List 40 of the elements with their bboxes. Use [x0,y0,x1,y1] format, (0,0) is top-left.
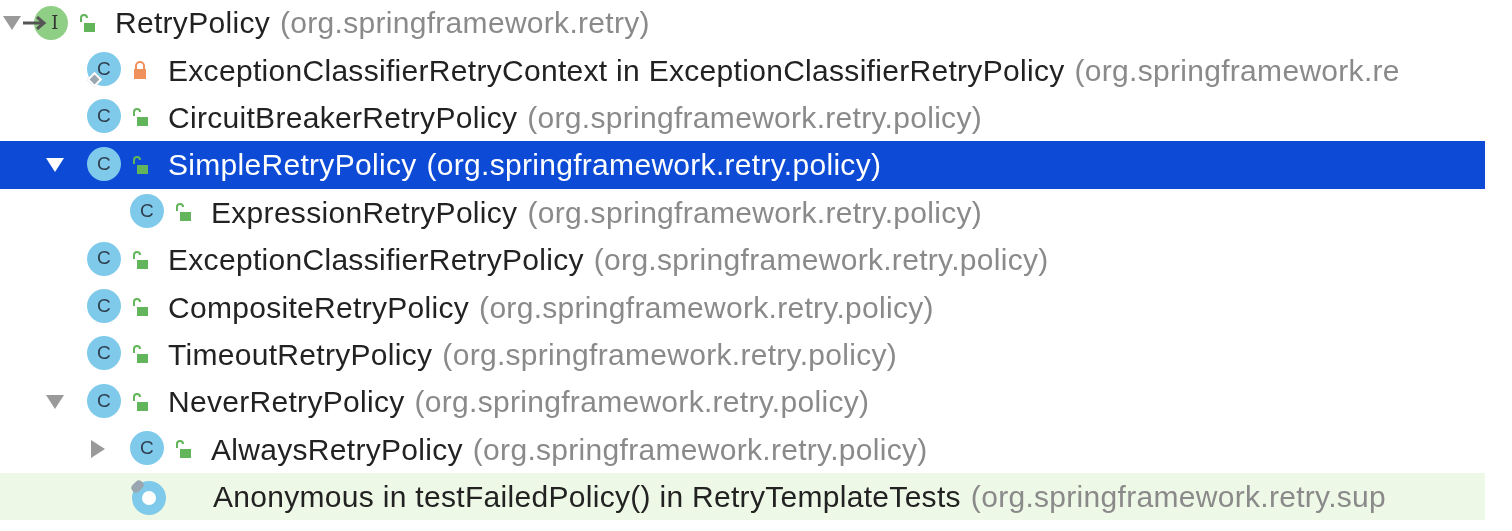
package-name: (org.springframework.retry.policy) [426,147,882,184]
tree-row[interactable]: C CircuitBreakerRetryPolicy (org.springframework.retry.policy) [0,93,1485,142]
package-name: (org.springframework.re [1074,52,1400,89]
package-name: (org.springframework.retry) [280,5,650,42]
tree-row[interactable]: C SimpleRetryPolicy (org.springframework.retry.policy) [0,141,1485,189]
inner-class-icon: C [87,52,121,89]
class-name: ExpressionRetryPolicy [211,194,518,231]
anonymous-class-icon [130,478,166,515]
tree-row[interactable]: C CompositeRetryPolicy (org.springframework.retry.policy) [0,283,1485,331]
package-name: (org.springframework.retry.sup [970,479,1387,516]
class-name: RetryPolicy [115,5,270,42]
expanded-arrow-icon[interactable] [45,156,65,173]
class-name: CircuitBreakerRetryPolicy [168,99,518,136]
tree-row[interactable]: C NeverRetryPolicy (org.springframework.retry.policy) [0,378,1485,426]
tree-row[interactable]: C ExceptionClassifierRetryPolicy (org.springframework.retry.policy) [0,235,1485,284]
class-name: TimeoutRetryPolicy [168,336,433,373]
class-name: ExceptionClassifierRetryPolicy [168,242,584,279]
tree-row[interactable]: C ExpressionRetryPolicy (org.springframework.retry.policy) [0,188,1485,236]
class-name: Anonymous in testFailedPolicy() in RetryTemplateTests [213,479,961,516]
class-name: NeverRetryPolicy [168,384,405,421]
tree-row[interactable]: I RetryPolicy (org.springframework.retry) [0,0,1485,47]
class-name: AlwaysRetryPolicy [211,431,463,468]
package-name: (org.springframework.retry.policy) [414,384,870,421]
package-name: (org.springframework.retry.policy) [442,336,898,373]
class-icon: C [87,383,121,420]
package-name: (org.springframework.retry.policy) [527,194,983,231]
package-name: (org.springframework.retry.policy) [593,242,1049,279]
class-icon: C [87,146,121,183]
package-name: (org.springframework.retry.policy) [479,289,934,326]
class-name: ExceptionClassifierRetryContext in ExceptionClassifierRetryPolicy [168,52,1065,89]
class-icon: C [87,241,121,278]
tree-row[interactable]: C TimeoutRetryPolicy (org.springframework.retry.policy) [0,330,1485,379]
class-name: SimpleRetryPolicy [168,147,417,184]
tree-row[interactable]: C AlwaysRetryPolicy (org.springframework.retry.policy) [0,425,1485,473]
package-name: (org.springframework.retry.policy) [527,99,982,136]
tree-row[interactable]: C ExceptionClassifierRetryContext in ExceptionClassifierRetryPolicy (org.springframework.re [0,46,1485,94]
tree-row[interactable]: Anonymous in testFailedPolicy() in RetryTemplateTests (org.springframework.retry.sup [0,472,1485,521]
collapsed-arrow-icon[interactable] [90,439,106,460]
class-name: CompositeRetryPolicy [168,289,470,326]
package-name: (org.springframework.retry.policy) [472,431,928,468]
